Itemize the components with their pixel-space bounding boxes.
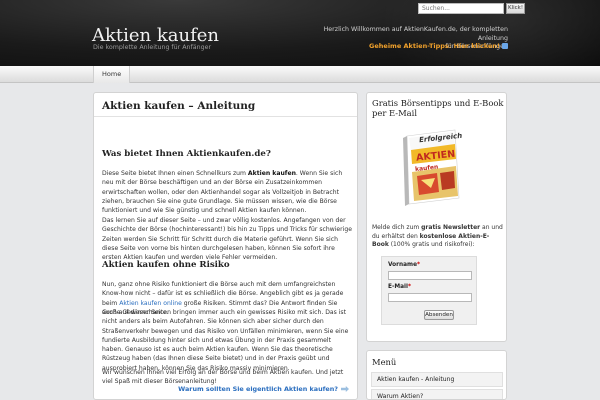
course-paragraph: Das lernen Sie auf dieser Seite – und zw… xyxy=(102,217,352,262)
section-heading-no-risk: Aktien kaufen ohne Risiko xyxy=(102,260,230,270)
newsletter-text-e: (100% gratis und risikofrei): xyxy=(388,241,475,249)
first-name-label-text: Vorname xyxy=(388,262,418,268)
page-title: Aktien kaufen – Anleitung xyxy=(102,100,256,112)
main-navigation: Home xyxy=(0,66,600,83)
newsletter-text-bold-1: gratis Newsletter xyxy=(421,224,481,231)
ebook-cover-image: Erfolgreich AKTIEN kaufen xyxy=(403,129,463,206)
intro-text-bold: Aktien kaufen xyxy=(247,170,296,177)
newsletter-widget-title: Gratis Börsentipps und E-Book per E-Mail xyxy=(372,98,504,118)
section-heading-what-offers: Was bietet Ihnen Aktienkaufen.de? xyxy=(102,149,271,159)
email-field[interactable] xyxy=(388,293,472,302)
newsletter-signup-form: Vorname* E-Mail* Absenden xyxy=(381,256,477,325)
site-header: Aktien kaufen Die komplette Anleitung fü… xyxy=(0,0,600,66)
title-divider xyxy=(94,116,357,117)
secret-tips-link-label: Geheime Aktien-Tipps: Hier klicken! xyxy=(369,42,500,50)
nav-item-home[interactable]: Home xyxy=(93,66,131,83)
intro-text-a: Diese Seite bietet Ihnen einen Schnellku… xyxy=(102,170,248,177)
intro-paragraph: Diese Seite bietet Ihnen einen Schnellku… xyxy=(102,169,352,215)
arrow-right-icon xyxy=(341,386,349,392)
menu-item-anleitung[interactable]: Aktien kaufen - Anleitung xyxy=(371,372,503,387)
menu-widget-title: Menü xyxy=(372,357,397,367)
submit-button[interactable]: Absenden xyxy=(424,310,454,320)
site-tagline: Die komplette Anleitung für Anfänger xyxy=(93,44,212,51)
menu-widget: Menü Aktien kaufen - Anleitung Warum Akt… xyxy=(366,350,507,400)
secret-tips-link[interactable]: Geheime Aktien-Tipps: Hier klicken! xyxy=(369,42,508,50)
search-input[interactable] xyxy=(418,3,504,14)
site-title[interactable]: Aktien kaufen xyxy=(92,25,219,46)
first-name-label: Vorname* xyxy=(388,262,420,268)
closing-paragraph: Wir wünschen Ihnen viel Erfolg an der Bö… xyxy=(102,369,344,386)
required-marker: * xyxy=(417,262,421,268)
menu-item-warum-aktien[interactable]: Warum Aktien? xyxy=(371,389,503,399)
newsletter-text-a: Melde dich zum xyxy=(372,224,422,231)
newsletter-description: Melde dich zum gratis Newsletter an und … xyxy=(372,224,504,250)
required-marker: * xyxy=(408,284,412,290)
first-name-field[interactable] xyxy=(388,271,472,280)
next-page-link-label: Warum sollten Sie eigentlich Aktien kauf… xyxy=(178,385,338,393)
email-label: E-Mail* xyxy=(388,284,411,290)
main-content: Aktien kaufen – Anleitung Was bietet Ihn… xyxy=(93,92,358,400)
chances-paragraph: Große Gewinnchancen bringen immer auch e… xyxy=(102,309,349,372)
welcome-line-1: Herzlich Willkommen auf AktienKaufen.de,… xyxy=(323,26,508,42)
newsletter-widget: Gratis Börsentipps und E-Book per E-Mail… xyxy=(366,92,507,342)
email-label-text: E-Mail xyxy=(388,284,409,290)
next-page-link[interactable]: Warum sollten Sie eigentlich Aktien kauf… xyxy=(178,385,349,393)
aktien-kaufen-online-link[interactable]: Aktien kaufen online xyxy=(119,300,182,307)
external-link-icon xyxy=(502,43,508,49)
search-button[interactable]: Klick! xyxy=(506,3,525,14)
